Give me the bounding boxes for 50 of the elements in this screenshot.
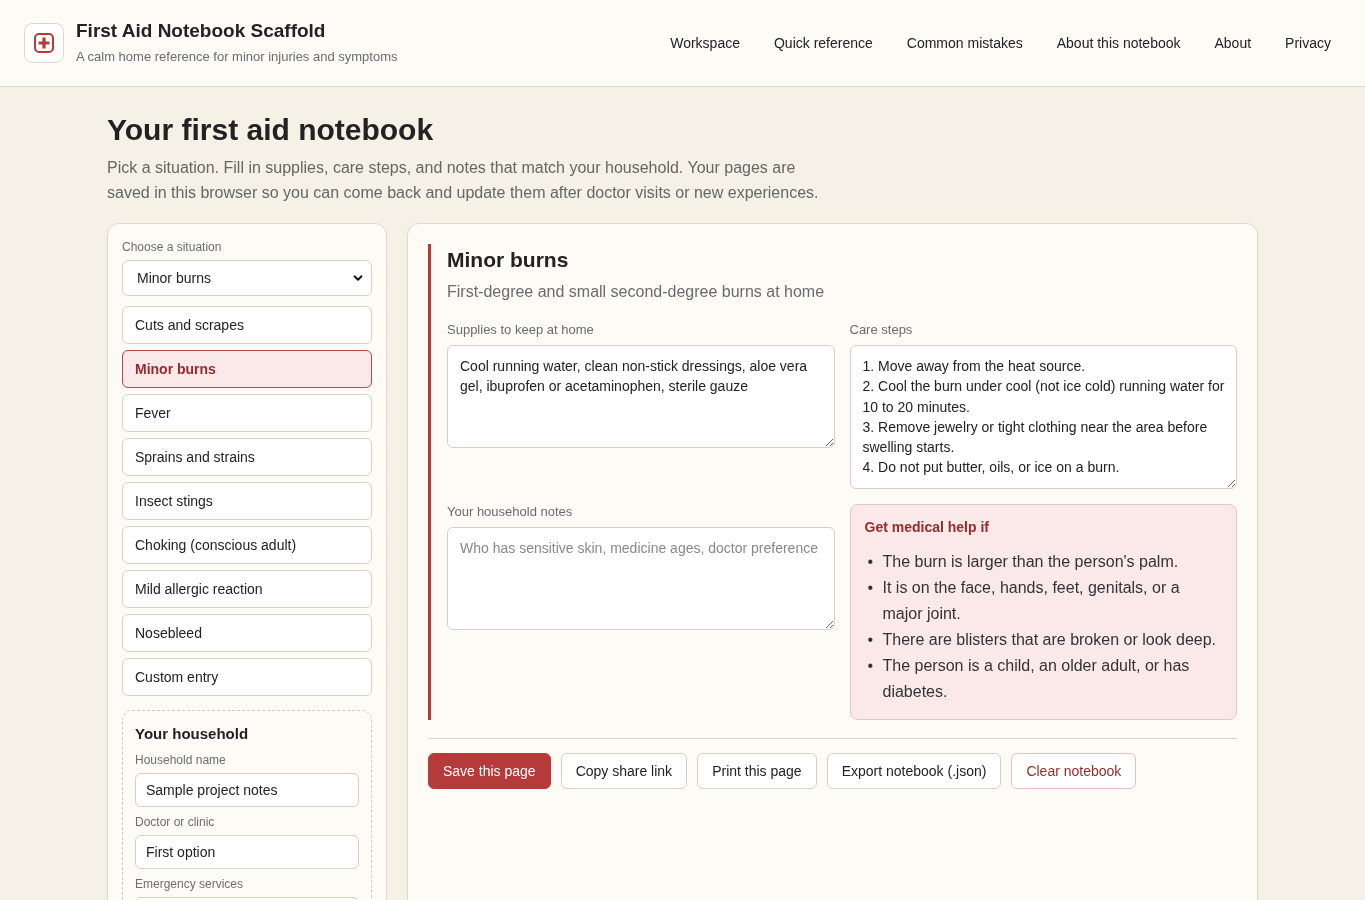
nav-link[interactable]: Workspace — [670, 35, 740, 51]
warning-list-item: There are blisters that are broken or look deep. — [882, 630, 1217, 650]
warning-list-item: The burn is larger than the person's palm. — [882, 552, 1180, 572]
situation-button[interactable]: Minor burns — [122, 350, 372, 388]
list-bullet: • — [866, 630, 875, 650]
action-button[interactable]: Save this page — [428, 753, 551, 789]
app-subtitle: A calm home reference for minor injuries and symptoms — [76, 49, 398, 64]
entry-title: Minor burns — [447, 248, 570, 272]
field-label: Emergency services — [135, 877, 245, 891]
action-button[interactable]: Clear notebook — [1011, 753, 1137, 789]
field-label: Supplies to keep at home — [447, 322, 595, 337]
care-steps-textarea[interactable]: 1. Move away from the heat source. 2. Cool the burn under cool (not ice cold) running water for 10 to 20 minutes. 3. Remove jewelry or tight clothing near the area before swelling starts. 4. Do not put butter, oils, or ice on a burn. — [849, 345, 1237, 489]
action-button[interactable]: Export notebook (.json) — [826, 753, 1002, 789]
supplies-textarea[interactable]: Cool running water, clean non-stick dressings, aloe vera gel, ibuprofen or acetaminophen, sterile gauze — [447, 345, 835, 448]
list-bullet: • — [866, 656, 875, 676]
situation-button[interactable]: Nosebleed — [122, 614, 372, 652]
notes-textarea[interactable]: Who has sensitive skin, medicine ages, doctor preference — [447, 527, 835, 630]
household-title: Your household — [135, 725, 250, 742]
page-title: Your first aid notebook — [107, 113, 435, 147]
situation-button[interactable]: Sprains and strains — [122, 438, 372, 476]
situation-select[interactable]: Minor burns — [122, 260, 372, 296]
situation-button[interactable]: Mild allergic reaction — [122, 570, 372, 608]
situation-button[interactable]: Choking (conscious adult) — [122, 526, 372, 564]
situation-button[interactable]: Insect stings — [122, 482, 372, 520]
nav-link[interactable]: Common mistakes — [906, 35, 1023, 51]
app-title: First Aid Notebook Scaffold — [76, 20, 327, 42]
nav-link[interactable]: About — [1214, 35, 1252, 51]
medical-help-title: Get medical help if — [864, 519, 990, 535]
warning-list-item: The person is a child, an older adult, or has diabetes. — [882, 656, 1191, 702]
action-button[interactable]: Copy share link — [560, 753, 688, 789]
field-label: Your household notes — [447, 504, 574, 519]
intro-text: Pick a situation. Fill in supplies, care steps, and notes that match your household. Your pages are saved in this browser so you can come back and update them after doctor visits or new experiences. — [107, 158, 820, 203]
list-bullet: • — [866, 552, 875, 572]
situation-button[interactable]: Fever — [122, 394, 372, 432]
nav-link[interactable]: About this notebook — [1056, 35, 1181, 51]
warning-list-item: It is on the face, hands, feet, genitals, or a major joint. — [882, 578, 1181, 624]
select-label: Choose a situation — [122, 240, 223, 254]
situation-button[interactable]: Cuts and scrapes — [122, 306, 372, 344]
action-button[interactable]: Print this page — [697, 753, 817, 789]
medical-cross-icon — [24, 23, 64, 63]
situation-button[interactable]: Custom entry — [122, 658, 372, 696]
nav-link[interactable]: Privacy — [1285, 35, 1331, 51]
input-field[interactable]: Sample project notes — [135, 773, 359, 807]
input-field[interactable]: First option — [135, 835, 359, 869]
nav-link[interactable]: Quick reference — [774, 35, 873, 51]
list-bullet: • — [866, 578, 875, 598]
field-label: Doctor or clinic — [135, 815, 216, 829]
field-label: Care steps — [849, 322, 914, 337]
entry-subtitle: First-degree and small second-degree burns at home — [447, 283, 826, 301]
field-label: Household name — [135, 753, 227, 767]
